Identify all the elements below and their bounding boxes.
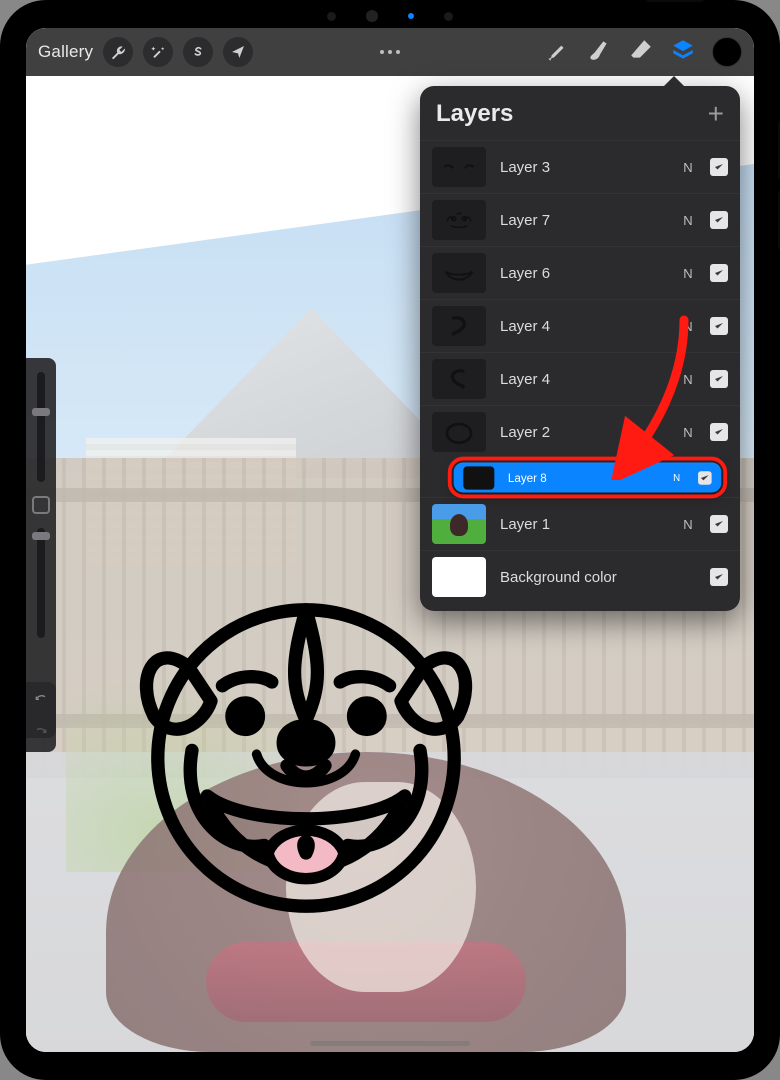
redo-icon[interactable]	[33, 723, 49, 744]
layer-thumbnail	[432, 200, 486, 240]
brush-opacity-slider[interactable]	[37, 528, 45, 638]
layer-row[interactable]: Layer 6 N	[420, 246, 740, 299]
background-layer-row[interactable]: Background color	[420, 550, 740, 603]
layer-row[interactable]: Layer 4 N	[420, 299, 740, 352]
undo-icon[interactable]	[33, 690, 49, 711]
blend-mode-label[interactable]: N	[680, 517, 696, 532]
visibility-checkbox[interactable]	[710, 423, 728, 441]
visibility-checkbox[interactable]	[710, 515, 728, 533]
visibility-checkbox[interactable]	[710, 211, 728, 229]
undo-redo-group	[26, 682, 56, 752]
blend-mode-label[interactable]: N	[680, 160, 696, 175]
brush-size-knob[interactable]	[32, 408, 50, 416]
layer-thumbnail	[432, 412, 486, 452]
layer-row[interactable]: Layer 7 N	[420, 193, 740, 246]
visibility-checkbox[interactable]	[710, 264, 728, 282]
layer-name-label: Layer 7	[500, 212, 666, 229]
transform-arrow-icon[interactable]	[223, 37, 253, 67]
brush-size-slider[interactable]	[37, 372, 45, 482]
power-button[interactable]	[646, 0, 704, 2]
layer-name-label: Background color	[500, 569, 666, 586]
blend-mode-label[interactable]: N	[680, 213, 696, 228]
layer-thumbnail	[432, 306, 486, 346]
layer-thumbnail	[432, 504, 486, 544]
actions-wrench-icon[interactable]	[103, 37, 133, 67]
layer-name-label: Layer 6	[500, 265, 666, 282]
layer-thumbnail	[432, 253, 486, 293]
layers-icon[interactable]	[670, 37, 696, 68]
layers-panel-title: Layers	[436, 100, 513, 128]
add-layer-icon[interactable]: +	[708, 104, 724, 124]
dog-head-drawing	[116, 568, 496, 948]
visibility-checkbox[interactable]	[710, 370, 728, 388]
screen: Gallery	[26, 28, 754, 1052]
layer-name-label: Layer 1	[500, 516, 666, 533]
visibility-checkbox[interactable]	[710, 568, 728, 586]
layer-name-label: Layer 4	[500, 371, 666, 388]
blend-mode-label[interactable]: N	[680, 425, 696, 440]
layer-thumbnail	[432, 359, 486, 399]
brush-icon[interactable]	[544, 37, 570, 68]
sidebar-sliders	[26, 358, 56, 738]
layer-name-label: Layer 3	[500, 159, 666, 176]
layer-row[interactable]: Layer 1 N	[420, 497, 740, 550]
visibility-checkbox[interactable]	[698, 471, 712, 485]
modify-button[interactable]	[32, 496, 50, 514]
selection-s-icon[interactable]	[183, 37, 213, 67]
adjustments-wand-icon[interactable]	[143, 37, 173, 67]
layer-row-dragging[interactable]: Layer 8 N	[454, 462, 722, 492]
eraser-icon[interactable]	[628, 37, 654, 68]
layer-name-label: Layer 8	[508, 471, 655, 485]
blend-mode-label[interactable]: N	[680, 372, 696, 387]
layer-thumbnail	[463, 466, 494, 489]
blend-mode-label[interactable]: N	[680, 319, 696, 334]
top-toolbar: Gallery	[26, 28, 754, 76]
smudge-icon[interactable]	[586, 37, 612, 68]
blend-mode-label[interactable]: N	[680, 266, 696, 281]
home-indicator[interactable]	[310, 1041, 470, 1046]
color-picker-swatch[interactable]	[712, 37, 742, 67]
layers-panel: Layers + Layer 3 N Layer 7 N	[420, 86, 740, 611]
gallery-button[interactable]: Gallery	[38, 42, 93, 62]
layer-name-label: Layer 4	[500, 318, 666, 335]
blend-mode-label[interactable]: N	[669, 473, 685, 484]
brush-opacity-knob[interactable]	[32, 532, 50, 540]
visibility-checkbox[interactable]	[710, 317, 728, 335]
layer-row[interactable]: Layer 2 N	[420, 405, 740, 458]
layer-thumbnail	[432, 557, 486, 597]
layer-name-label: Layer 2	[500, 424, 666, 441]
layer-row[interactable]: Layer 4 N	[420, 352, 740, 405]
layer-thumbnail	[432, 147, 486, 187]
sensor-bar	[327, 10, 453, 22]
modify-menu-icon[interactable]	[380, 50, 400, 54]
layer-row[interactable]: Layer 3 N	[420, 140, 740, 193]
visibility-checkbox[interactable]	[710, 158, 728, 176]
ipad-frame: Gallery	[0, 0, 780, 1080]
